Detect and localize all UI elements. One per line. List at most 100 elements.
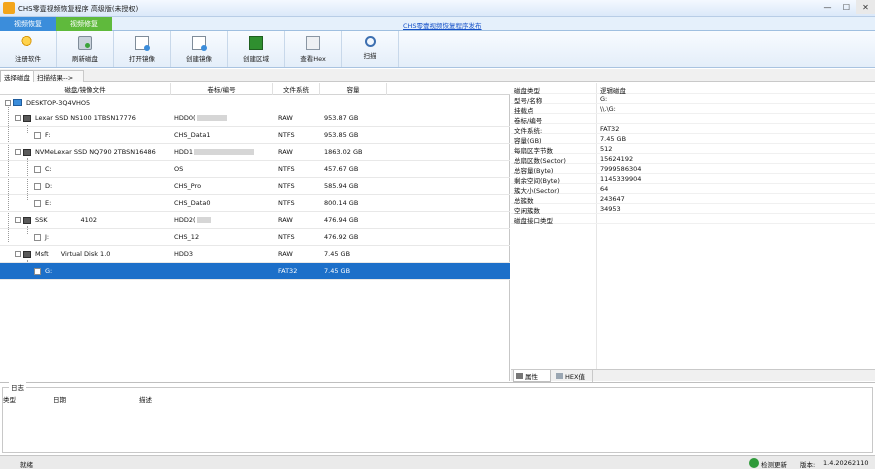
- collapse-toggle[interactable]: [15, 251, 21, 257]
- properties-icon: [516, 372, 523, 379]
- collapse-toggle[interactable]: [15, 149, 21, 155]
- partition-row-selected[interactable]: G: FAT32 7.45 GB: [0, 263, 510, 280]
- collapse-toggle[interactable]: [15, 115, 21, 121]
- property-value: 34953: [600, 205, 621, 213]
- capacity-cell: 1863.02 GB: [324, 148, 363, 156]
- create-region-button[interactable]: 创建区域: [228, 31, 285, 67]
- version-value: 1.4.20262110: [823, 459, 869, 467]
- partition-row[interactable]: D: CHS_Pro NTFS 585.94 GB: [0, 178, 510, 195]
- computer-name: DESKTOP-3Q4VHO5: [26, 98, 91, 107]
- partition-checkbox[interactable]: [34, 182, 41, 190]
- log-column-type[interactable]: 类型: [3, 394, 16, 404]
- tab-video-repair[interactable]: 视频修复: [56, 17, 112, 31]
- property-row: 总容量(Byte) 7999586304: [511, 164, 875, 175]
- column-header-disk[interactable]: 磁盘/镜像文件: [0, 83, 171, 95]
- property-row: 剩余空间(Byte) 1145339904: [511, 174, 875, 185]
- property-row: 挂载点 \\.\G:: [511, 104, 875, 115]
- collapse-toggle[interactable]: [5, 99, 11, 106]
- partition-checkbox[interactable]: [34, 267, 41, 275]
- property-value: 15624192: [600, 155, 634, 163]
- tab-properties[interactable]: 属性: [513, 370, 551, 382]
- partition-row[interactable]: E: CHS_Data0 NTFS 800.14 GB: [0, 195, 510, 212]
- open-image-button[interactable]: 打开镜像: [114, 31, 171, 67]
- hex-view-label: 查看Hex: [300, 55, 326, 63]
- table-header: 磁盘/镜像文件 卷标/编号 文件系统 容量: [0, 83, 510, 95]
- create-image-button[interactable]: 创建镜像: [171, 31, 228, 67]
- disk-row[interactable]: NVMeLexar SSD NQ790 2TBSN16486 HDD1 RAW …: [0, 144, 510, 161]
- redacted-block: [196, 115, 227, 121]
- maximize-button[interactable]: ☐: [837, 0, 856, 14]
- property-row: 总扇区数(Sector) 15624192: [511, 154, 875, 165]
- column-header-filesystem[interactable]: 文件系统: [273, 83, 320, 95]
- property-value: 512: [600, 145, 613, 153]
- tab-scan-result[interactable]: 扫描结果-->: [33, 70, 84, 82]
- filesystem-cell: NTFS: [278, 131, 295, 139]
- property-row: 容量(GB) 7.45 GB: [511, 134, 875, 145]
- filesystem-cell: NTFS: [278, 165, 295, 173]
- property-value: 64: [600, 185, 609, 193]
- filesystem-cell: RAW: [278, 114, 293, 122]
- tab-properties-label: 属性: [525, 372, 538, 381]
- toolbar: 注册软件 刷新磁盘 打开镜像 创建镜像 创建区域 查看Hex 扫描: [0, 31, 875, 68]
- close-button[interactable]: ✕: [856, 0, 875, 14]
- window-controls: — ☐ ✕: [818, 0, 875, 14]
- partition-name: D:: [45, 182, 53, 190]
- tree-root-row[interactable]: DESKTOP-3Q4VHO5: [0, 96, 510, 109]
- column-header-volume[interactable]: 卷标/编号: [171, 83, 273, 95]
- disk-name-extra: 4102: [80, 216, 98, 224]
- capacity-cell: 476.94 GB: [324, 216, 359, 224]
- log-column-description[interactable]: 描述: [139, 394, 152, 404]
- volume-label: [174, 263, 272, 279]
- column-header-empty: [387, 83, 510, 95]
- disk-name: NVMeLexar SSD NQ790 2TBSN16486: [35, 148, 156, 156]
- partition-checkbox[interactable]: [34, 165, 41, 173]
- redacted-block: [196, 217, 211, 223]
- filesystem-cell: RAW: [278, 216, 293, 224]
- tab-hex[interactable]: HEX值: [553, 370, 593, 382]
- check-update-link[interactable]: 检测更新: [761, 459, 787, 469]
- tab-video-recovery[interactable]: 视频恢复: [0, 17, 56, 31]
- disk-row[interactable]: Lexar SSD NS100 1TBSN17776 HDD0( RAW 953…: [0, 110, 510, 127]
- property-value: 243647: [600, 195, 625, 203]
- capacity-cell: 953.85 GB: [324, 131, 359, 139]
- scan-button[interactable]: 扫描: [342, 31, 399, 67]
- disk-row[interactable]: Msft Virtual Disk 1.0 HDD3 RAW 7.45 GB: [0, 246, 510, 263]
- capacity-cell: 585.94 GB: [324, 182, 359, 190]
- capacity-cell: 953.87 GB: [324, 114, 359, 122]
- partition-name: E:: [45, 199, 52, 207]
- disk-tree-table: 磁盘/镜像文件 卷标/编号 文件系统 容量 DESKTOP-3Q4VHO5 Le…: [0, 83, 510, 381]
- property-value: 7.45 GB: [600, 135, 627, 143]
- column-header-capacity[interactable]: 容量: [320, 83, 387, 95]
- redacted-block: [194, 149, 255, 155]
- minimize-button[interactable]: —: [818, 0, 837, 14]
- log-column-date[interactable]: 日期: [53, 394, 66, 404]
- computer-icon: [13, 99, 22, 106]
- announcement-link[interactable]: CHS零壹视频恢复程序发布: [403, 20, 482, 30]
- partition-row[interactable]: C: OS NTFS 457.67 GB: [0, 161, 510, 178]
- hex-view-button[interactable]: 查看Hex: [285, 31, 342, 67]
- collapse-toggle[interactable]: [15, 217, 21, 223]
- partition-row[interactable]: J: CHS_12 NTFS 476.92 GB: [0, 229, 510, 246]
- disk-name: Lexar SSD NS100 1TBSN17776: [35, 114, 136, 122]
- register-button[interactable]: 注册软件: [0, 31, 57, 67]
- property-row: 每扇区字节数 512: [511, 144, 875, 155]
- partition-checkbox[interactable]: [34, 199, 41, 207]
- partition-row[interactable]: F: CHS_Data1 NTFS 953.85 GB: [0, 127, 510, 144]
- partition-checkbox[interactable]: [34, 233, 41, 241]
- property-row: 文件系统: FAT32: [511, 124, 875, 135]
- title-bar: CHS零壹视频恢复程序 高级版(未授权) — ☐ ✕: [0, 0, 875, 17]
- property-row: 磁盘类型 逻辑磁盘: [511, 84, 875, 95]
- disk-row[interactable]: SSK 4102 HDD2( RAW 476.94 GB: [0, 212, 510, 229]
- tab-select-disk[interactable]: 选择磁盘: [0, 70, 34, 82]
- refresh-disk-button[interactable]: 刷新磁盘: [57, 31, 114, 67]
- create-region-icon: [249, 36, 263, 50]
- status-bar: 就绪 检测更新 版本: 1.4.20262110: [0, 455, 875, 469]
- property-row: 型号/名称 G:: [511, 94, 875, 105]
- property-value: 7999586304: [600, 165, 642, 173]
- disk-name: Msft: [35, 250, 49, 258]
- volume-label: CHS_Pro: [174, 182, 202, 190]
- register-label: 注册软件: [15, 55, 41, 63]
- partition-checkbox[interactable]: [34, 131, 41, 139]
- ribbon-tab-row: 视频恢复 视频修复 CHS零壹视频恢复程序发布: [0, 17, 875, 31]
- scan-icon: [364, 36, 376, 47]
